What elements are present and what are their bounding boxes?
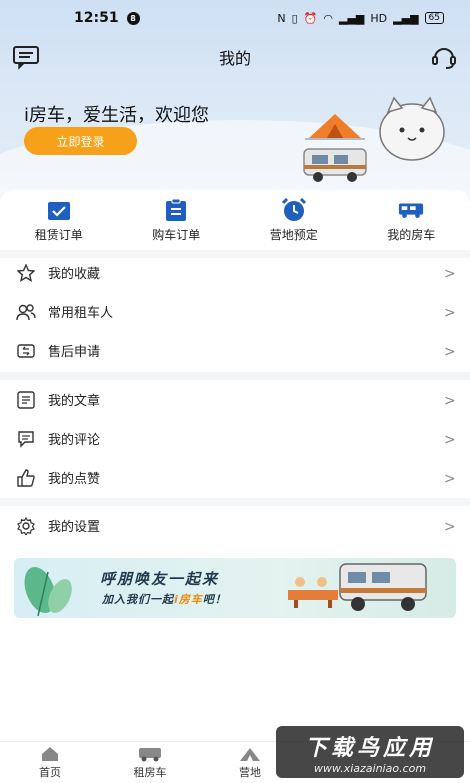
leaf-illustration xyxy=(24,566,72,617)
customer-service-icon[interactable] xyxy=(430,44,458,70)
menu-group-2: 我的文章 > 我的评论 > 我的点赞 > xyxy=(0,380,470,497)
quick-rental-orders[interactable]: 租赁订单 xyxy=(0,198,118,248)
purchase-order-icon xyxy=(163,198,189,222)
banner-subline-suffix: 吧！ xyxy=(202,593,227,606)
quick-my-rv[interactable]: 我的房车 xyxy=(353,198,470,248)
message-icon[interactable] xyxy=(12,44,40,70)
rv-icon xyxy=(139,747,161,761)
section-divider xyxy=(0,372,470,380)
chevron-right-icon: > xyxy=(444,343,456,360)
watermark-url: www.xiazainiao.com xyxy=(313,761,427,775)
tab-rent-rv[interactable]: 租房车 xyxy=(100,742,200,783)
quick-label: 营地预定 xyxy=(269,228,318,242)
quick-label: 我的房车 xyxy=(387,228,436,242)
page-title: 我的 xyxy=(218,49,251,68)
banner-headline: 呼朋唤友一起来 xyxy=(100,570,220,588)
battery-icon: 65 xyxy=(424,12,444,24)
menu-item-settings[interactable]: 我的设置 > xyxy=(0,506,470,545)
nfc-icon: N xyxy=(277,11,286,25)
menu-group-3: 我的设置 > xyxy=(0,506,470,545)
chevron-right-icon: > xyxy=(444,518,456,535)
rv-illustration xyxy=(303,148,367,182)
home-icon xyxy=(42,746,58,761)
menu-label: 我的点赞 xyxy=(48,472,101,487)
chevron-right-icon: > xyxy=(444,392,456,409)
chevron-right-icon: > xyxy=(444,470,456,487)
tent-illustration xyxy=(305,114,365,140)
article-icon xyxy=(16,390,36,410)
status-time: 12:51 8 xyxy=(74,10,140,26)
menu-item-likes[interactable]: 我的点赞 > xyxy=(0,458,470,497)
menu-item-comments[interactable]: 我的评论 > xyxy=(0,419,470,458)
watermark-logo: 下载鸟应用 www.xiazainiao.com xyxy=(276,726,464,778)
picnic-illustration xyxy=(288,577,338,608)
menu-label: 我的设置 xyxy=(48,520,101,535)
menu-item-aftersale[interactable]: 售后申请 > xyxy=(0,331,470,370)
status-icons: N ▯ ⏰ ◠ ▂▄▆ HD ▂▄▆ 65 xyxy=(277,12,444,25)
alarm-clock-icon xyxy=(281,198,307,222)
cat-avatar-illustration xyxy=(379,96,445,161)
login-button[interactable]: 立即登录 xyxy=(24,127,137,155)
gear-icon xyxy=(16,516,36,536)
quick-label: 购车订单 xyxy=(152,228,201,242)
invite-banner[interactable]: 呼朋唤友一起来 加入我们一起i房车吧！ xyxy=(14,558,456,618)
menu-label: 常用租车人 xyxy=(48,306,114,321)
menu-item-favorites[interactable]: 我的收藏 > xyxy=(0,253,470,292)
vibrate-icon: ▯ xyxy=(291,11,298,25)
status-time-text: 12:51 xyxy=(74,10,119,26)
tab-home[interactable]: 首页 xyxy=(0,742,100,783)
wifi-icon: ◠ xyxy=(323,11,334,25)
menu-label: 我的文章 xyxy=(48,394,101,409)
users-icon xyxy=(16,302,36,322)
tab-label: 首页 xyxy=(39,765,61,779)
notification-badge: 8 xyxy=(126,11,140,25)
menu-group-1: 我的收藏 > 常用租车人 > 售后申请 > xyxy=(0,253,470,370)
tab-label: 营地 xyxy=(239,765,261,779)
menu-label: 售后申请 xyxy=(48,345,101,360)
banner-subline: 加入我们一起i房车吧！ xyxy=(102,591,227,607)
chevron-right-icon: > xyxy=(444,265,456,282)
chevron-right-icon: > xyxy=(444,431,456,448)
quick-actions: 租赁订单 购车订单 营地预定 我的房车 xyxy=(0,198,470,248)
welcome-text: i房车，爱生活，欢迎您 xyxy=(24,105,209,126)
rv-banner-illustration xyxy=(339,563,427,611)
thumbs-up-icon xyxy=(16,468,36,488)
status-bar: 12:51 8 N ▯ ⏰ ◠ ▂▄▆ HD ▂▄▆ 65 xyxy=(0,0,470,36)
hd-icon: HD xyxy=(370,11,388,25)
comment-icon xyxy=(16,429,36,449)
campsite-icon xyxy=(240,747,260,761)
rv-icon xyxy=(398,198,424,222)
quick-campsite-booking[interactable]: 营地预定 xyxy=(235,198,353,248)
alarm-icon: ⏰ xyxy=(303,11,318,25)
tab-label: 租房车 xyxy=(133,765,167,779)
banner-subline-highlight: i房车 xyxy=(174,593,203,606)
menu-item-frequent-renters[interactable]: 常用租车人 > xyxy=(0,292,470,331)
menu-item-articles[interactable]: 我的文章 > xyxy=(0,380,470,419)
watermark-title: 下载鸟应用 xyxy=(304,735,435,761)
star-icon xyxy=(16,263,36,283)
signal-icon-2: ▂▄▆ xyxy=(393,11,419,25)
quick-label: 租赁订单 xyxy=(34,228,83,242)
menu-label: 我的收藏 xyxy=(48,267,101,282)
menu-label: 我的评论 xyxy=(48,433,101,448)
rental-order-icon xyxy=(46,198,72,222)
top-bar: 我的 xyxy=(0,40,470,74)
chevron-right-icon: > xyxy=(444,304,456,321)
signal-icon: ▂▄▆ xyxy=(339,11,365,25)
quick-purchase-orders[interactable]: 购车订单 xyxy=(118,198,236,248)
banner-subline-prefix: 加入我们一起 xyxy=(102,593,174,606)
section-divider xyxy=(0,498,470,506)
aftersale-icon xyxy=(16,341,36,361)
